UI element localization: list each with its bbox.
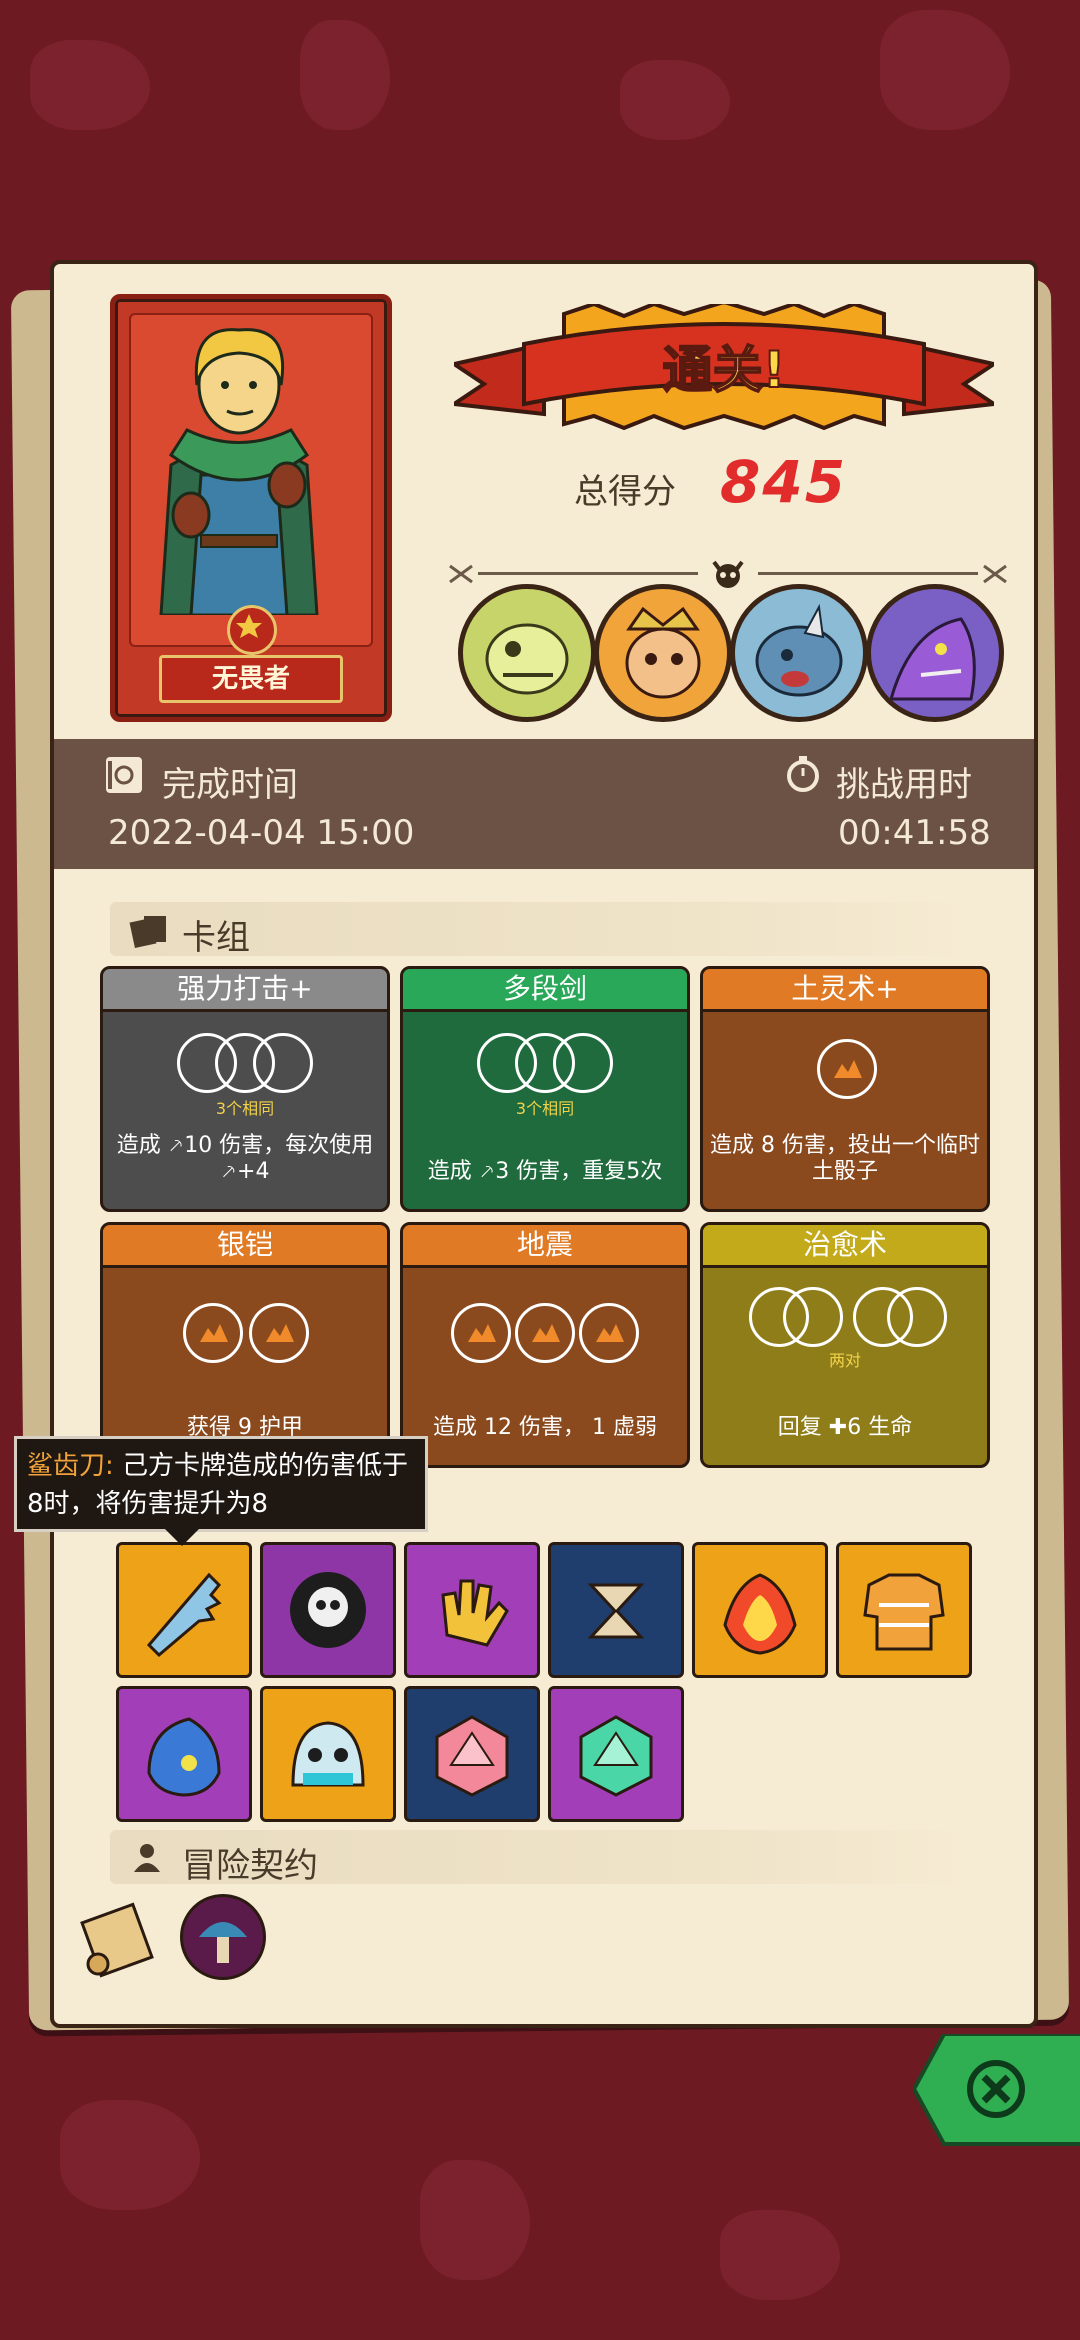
score-value: 845: [720, 448, 848, 516]
card-name: 强力打击+: [103, 969, 387, 1012]
hero-illustration: [159, 328, 319, 617]
scroll-icon[interactable]: [76, 1892, 158, 1982]
relic-tooltip: 鲨齿刀: 己方卡牌造成的伤害低于8时，将伤害提升为8: [14, 1436, 428, 1532]
hero-emblem-icon: [227, 605, 277, 655]
deck-card[interactable]: 银铠 获得 9 护甲: [100, 1222, 390, 1468]
dice-slot: [253, 1033, 313, 1093]
earth-dice-slot: [817, 1039, 877, 1099]
card-name: 多段剑: [403, 969, 687, 1012]
background-shape: [30, 40, 150, 130]
serrated-blade-icon[interactable]: [116, 1542, 252, 1678]
time-band: 完成时间 2022-04-04 15:00 挑战用时 00:41:58: [54, 739, 1034, 869]
skeleton-lizard-boss-icon[interactable]: [458, 584, 596, 722]
challenge-time-label: 挑战用时: [836, 765, 972, 805]
hero-card[interactable]: 无畏者: [110, 294, 392, 722]
boss-list: [454, 584, 1004, 734]
card-description: 造成 ⸕3 伤害，重复5次: [427, 1159, 663, 1184]
tooltip-relic-name: 鲨齿刀:: [27, 1451, 114, 1481]
contract-title: 冒险契约: [182, 1846, 318, 1886]
dice-slot: [887, 1287, 947, 1347]
deck-section-header: 卡组: [110, 902, 970, 958]
purple-dragon-boss-icon[interactable]: [866, 584, 1004, 722]
card-condition: 3个相同: [215, 1099, 275, 1118]
earth-dice-slot: [183, 1303, 243, 1363]
card-condition: 两对: [828, 1351, 861, 1370]
card-name: 地震: [403, 1225, 687, 1268]
deck-title: 卡组: [182, 918, 250, 958]
card-name: 治愈术: [703, 1225, 987, 1268]
dice-slot: [553, 1033, 613, 1093]
deck-card[interactable]: 多段剑 3个相同 造成 ⸕3 伤害，重复5次: [400, 966, 690, 1212]
deck-card[interactable]: 土灵术+ 造成 8 伤害，投出一个临时土骰子: [700, 966, 990, 1212]
hero-name: 无畏者: [159, 655, 343, 703]
tooltip-pointer: [164, 1528, 200, 1546]
ghost-slime-icon[interactable]: [260, 1686, 396, 1822]
cards-icon: [128, 910, 170, 949]
background-shape: [60, 2100, 200, 2210]
card-description: 回复 ✚6 生命: [777, 1415, 913, 1440]
background-shape: [880, 10, 1010, 130]
earth-dice-slot: [515, 1303, 575, 1363]
deck-card[interactable]: 治愈术 两对 回复 ✚6 生命: [700, 1222, 990, 1468]
completion-time-label: 完成时间: [162, 765, 298, 805]
close-button[interactable]: [911, 2032, 1080, 2154]
blue-rhino-boss-icon[interactable]: [730, 584, 868, 722]
card-description: 造成 12 伤害， 1 虚弱: [433, 1415, 657, 1440]
film-clock-icon: [106, 757, 142, 793]
deck-card[interactable]: 地震 造成 12 伤害， 1 虚弱: [400, 1222, 690, 1468]
stopwatch-icon: [784, 755, 822, 793]
contract-section-header: 冒险契约: [110, 1830, 970, 1886]
completion-time-value: 2022-04-04 15:00: [108, 813, 415, 853]
background-shape: [300, 20, 390, 130]
card-description: 造成 ⸕10 伤害，每次使用 ⸕+4: [116, 1133, 374, 1184]
hero-portrait: [129, 313, 373, 647]
card-name: 银铠: [103, 1225, 387, 1268]
card-name: 土灵术+: [703, 969, 987, 1012]
background-shape: [620, 60, 730, 140]
skull-burst-icon[interactable]: [260, 1542, 396, 1678]
golden-glove-icon[interactable]: [404, 1542, 540, 1678]
result-panel: 无畏者 通关! 总得分 845 完成时间 2022-04-04 15:00 挑战…: [50, 260, 1038, 2028]
deck-card[interactable]: 强力打击+ 3个相同 造成 ⸕10 伤害，每次使用 ⸕+4: [100, 966, 390, 1212]
earth-dice-slot: [249, 1303, 309, 1363]
crowned-warlord-boss-icon[interactable]: [594, 584, 732, 722]
mushroom-totem-icon[interactable]: [180, 1894, 266, 1980]
dice-slot: [783, 1287, 843, 1347]
sword-icon: [448, 562, 474, 586]
challenge-time-value: 00:41:58: [838, 813, 991, 853]
background-shape: [420, 2160, 530, 2280]
card-condition: 3个相同: [515, 1099, 575, 1118]
knit-sweater-icon[interactable]: [836, 1542, 972, 1678]
sword-icon: [982, 562, 1008, 586]
hourglass-horn-icon[interactable]: [548, 1542, 684, 1678]
clear-banner: 通关!: [448, 299, 1000, 434]
blue-flame-spirit-icon[interactable]: [116, 1686, 252, 1822]
score-label: 总得分: [574, 472, 676, 512]
earth-dice-slot: [451, 1303, 511, 1363]
person-icon: [130, 1840, 164, 1874]
fire-crystal-icon[interactable]: [692, 1542, 828, 1678]
clear-title: 通关!: [662, 340, 787, 400]
earth-dice-slot: [579, 1303, 639, 1363]
pink-dice-icon[interactable]: [404, 1686, 540, 1822]
green-dice-icon[interactable]: [548, 1686, 684, 1822]
card-description: 造成 8 伤害，投出一个临时土骰子: [710, 1133, 980, 1184]
background-shape: [720, 2210, 840, 2300]
